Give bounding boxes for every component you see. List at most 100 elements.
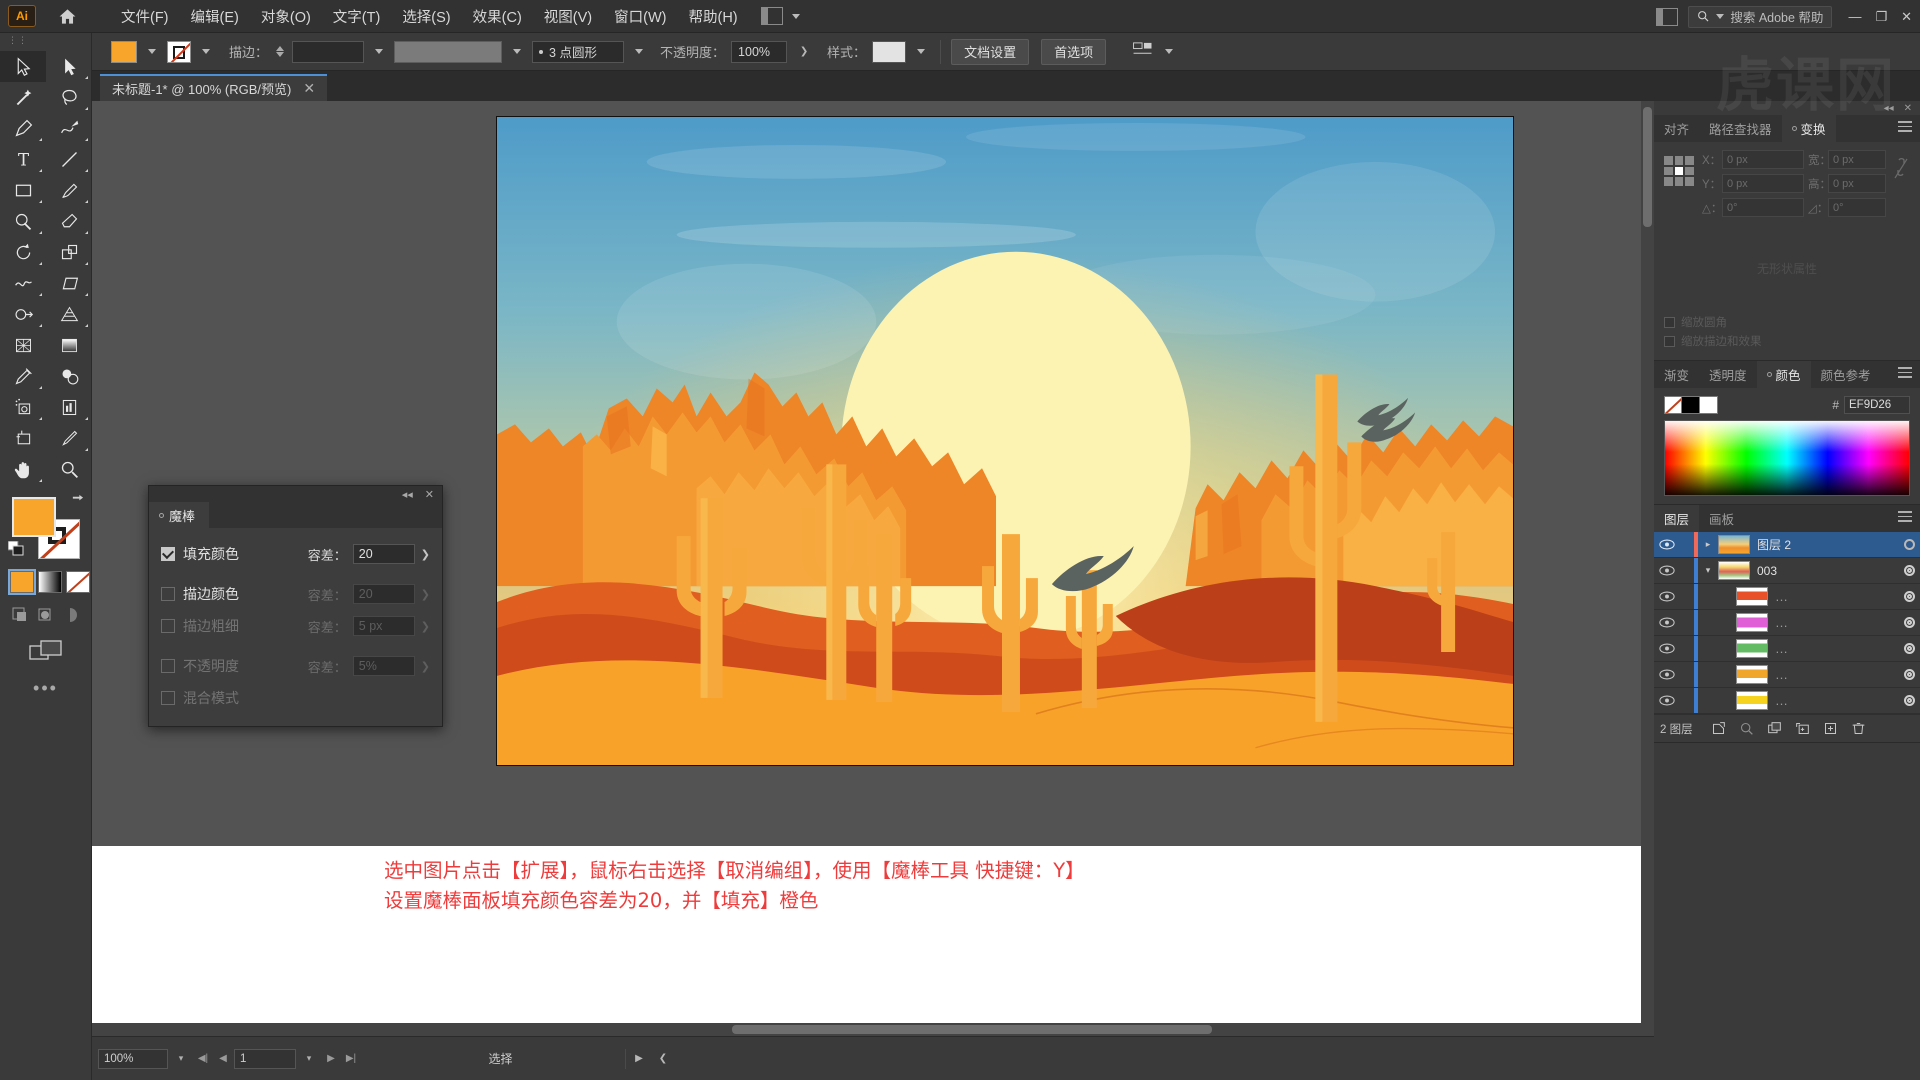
artboard-number-input[interactable]: 1 xyxy=(234,1048,296,1069)
close-icon[interactable]: ✕ xyxy=(1901,9,1912,25)
stroke-weight-tolerance-slider-icon[interactable]: ❯ xyxy=(421,620,430,633)
draw-normal-icon[interactable] xyxy=(10,605,29,624)
transform-x-input[interactable]: 0 px xyxy=(1722,150,1804,169)
prev-page-icon[interactable]: ◀ xyxy=(214,1053,232,1064)
make-clipping-mask-icon[interactable] xyxy=(1705,721,1733,736)
canvas-vertical-scrollbar[interactable] xyxy=(1641,101,1654,1036)
preferences-button[interactable]: 首选项 xyxy=(1041,38,1107,65)
black-swatch[interactable] xyxy=(1682,396,1700,414)
opacity-input[interactable]: 100% xyxy=(731,40,788,63)
close-icon[interactable]: ✕ xyxy=(1904,103,1912,114)
layer-target-icon[interactable] xyxy=(1898,695,1920,706)
layer-name[interactable]: … xyxy=(1775,693,1898,708)
layer-row-sub-3[interactable]: … xyxy=(1654,636,1920,662)
stroke-weight-checkbox[interactable] xyxy=(161,619,175,633)
column-graph-tool[interactable] xyxy=(46,392,92,423)
blending-mode-checkbox[interactable] xyxy=(161,691,175,705)
line-segment-tool[interactable] xyxy=(46,144,92,175)
search-adobe-help[interactable]: 搜索 Adobe 帮助 xyxy=(1688,5,1833,28)
next-page-icon[interactable]: ▶ xyxy=(322,1053,340,1064)
visibility-eye-icon[interactable] xyxy=(1654,643,1680,654)
stroke-weight-tolerance-input[interactable]: 5 px xyxy=(352,616,415,636)
chevron-down-icon[interactable] xyxy=(202,49,211,54)
fill-color-swatch[interactable] xyxy=(111,40,138,63)
layer-target-icon[interactable] xyxy=(1898,617,1920,628)
arrange-documents-icon[interactable] xyxy=(1656,7,1679,26)
fill-tolerance-slider-icon[interactable]: ❯ xyxy=(421,548,430,561)
layer-target-icon[interactable] xyxy=(1898,565,1920,576)
swap-fill-stroke-icon[interactable] xyxy=(71,493,84,506)
visibility-eye-icon[interactable] xyxy=(1654,591,1680,602)
hex-input[interactable]: EF9D26 xyxy=(1844,396,1910,414)
close-icon[interactable]: ✕ xyxy=(425,488,434,501)
layer-name[interactable]: … xyxy=(1775,615,1898,630)
panel-menu-icon[interactable] xyxy=(1898,121,1912,133)
tab-transparency[interactable]: 透明度 xyxy=(1699,361,1757,388)
transform-h-input[interactable]: 0 px xyxy=(1828,174,1886,193)
collapse-icon[interactable]: ◂◂ xyxy=(402,488,413,501)
layer-target-icon[interactable] xyxy=(1898,669,1920,680)
variable-width-profile-select[interactable] xyxy=(394,40,503,63)
layer-target-icon[interactable] xyxy=(1898,643,1920,654)
zoom-level-input[interactable]: 100% xyxy=(98,1048,168,1069)
gradient-button[interactable] xyxy=(38,571,62,593)
scale-corners-option[interactable]: 缩放圆角 xyxy=(1664,314,1910,330)
chevron-down-icon[interactable] xyxy=(917,49,926,54)
fill-tolerance-input[interactable]: 20 xyxy=(352,544,415,564)
collapse-icon[interactable]: ◂◂ xyxy=(1884,103,1894,114)
menu-item-edit[interactable]: 编辑(E) xyxy=(180,2,250,31)
menu-item-object[interactable]: 对象(O) xyxy=(250,2,322,31)
color-spectrum-ramp[interactable] xyxy=(1664,420,1910,496)
new-sublayer-icon[interactable] xyxy=(1761,721,1789,736)
panel-menu-icon[interactable] xyxy=(1898,367,1912,379)
layer-twisty-icon[interactable]: ▸ xyxy=(1698,539,1718,550)
duplicate-icon[interactable] xyxy=(1817,721,1845,736)
chevron-down-icon[interactable] xyxy=(1165,49,1174,54)
symbol-sprayer-tool[interactable] xyxy=(0,392,46,423)
align-objects-icon[interactable] xyxy=(1132,41,1154,63)
visibility-eye-icon[interactable] xyxy=(1654,669,1680,680)
layer-row-sub-4[interactable]: … xyxy=(1654,662,1920,688)
wand-row-blending-mode[interactable]: 混合模式 xyxy=(161,682,430,714)
hand-tool[interactable] xyxy=(0,454,46,485)
layer-twisty-icon[interactable]: ▾ xyxy=(1698,565,1718,576)
wand-row-stroke-weight[interactable]: 描边粗细 容差： 5 px ❯ xyxy=(161,610,430,642)
stroke-color-swatch[interactable] xyxy=(167,40,192,63)
magic-wand-tool[interactable] xyxy=(0,82,46,113)
scale-corners-checkbox[interactable] xyxy=(1664,316,1675,328)
menu-item-view[interactable]: 视图(V) xyxy=(533,2,603,31)
scale-tool[interactable] xyxy=(46,237,92,268)
opacity-tolerance-slider-icon[interactable]: ❯ xyxy=(421,660,430,673)
home-icon[interactable] xyxy=(50,3,84,29)
opacity-tolerance-input[interactable]: 5% xyxy=(352,656,415,676)
tab-gradient[interactable]: 渐变 xyxy=(1654,361,1700,388)
scale-strokes-effects-option[interactable]: 缩放描边和效果 xyxy=(1664,333,1910,349)
graphic-style-swatch[interactable] xyxy=(872,40,907,63)
brush-definition-select[interactable]: 3 点圆形 xyxy=(532,40,625,63)
paintbrush-tool[interactable] xyxy=(46,175,92,206)
slice-tool[interactable] xyxy=(46,423,92,454)
menu-item-help[interactable]: 帮助(H) xyxy=(677,2,748,31)
tab-magic-wand[interactable]: 魔棒 xyxy=(149,502,210,528)
close-icon[interactable]: ✕ xyxy=(303,80,315,97)
free-transform-tool[interactable] xyxy=(46,268,92,299)
layer-name[interactable]: 图层 2 xyxy=(1757,536,1898,553)
magic-wand-panel[interactable]: ◂◂ ✕ 魔棒 填充颜色 容差： 20 ❯ 描边颜色 容差： 20 ❯ 描边粗细… xyxy=(148,485,443,727)
visibility-eye-icon[interactable] xyxy=(1654,695,1680,706)
chevron-down-icon[interactable] xyxy=(513,49,522,54)
draw-behind-icon[interactable] xyxy=(35,605,54,624)
edit-toolbar-button[interactable]: ••• xyxy=(0,678,91,699)
minimize-icon[interactable]: — xyxy=(1848,9,1861,25)
stroke-weight-input[interactable] xyxy=(292,40,365,63)
pen-tool[interactable] xyxy=(0,113,46,144)
rotate-tool[interactable] xyxy=(0,237,46,268)
chevron-down-icon[interactable] xyxy=(635,49,644,54)
document-tab[interactable]: 未标题-1* @ 100% (RGB/预览) ✕ xyxy=(100,74,328,101)
transform-shear-input[interactable]: 0° xyxy=(1828,198,1886,217)
first-page-icon[interactable]: ◀| xyxy=(194,1053,212,1064)
transform-w-input[interactable]: 0 px xyxy=(1828,150,1886,169)
tab-artboards[interactable]: 画板 xyxy=(1699,505,1745,532)
white-swatch[interactable] xyxy=(1700,396,1718,414)
visibility-eye-icon[interactable] xyxy=(1654,565,1680,576)
blend-tool[interactable] xyxy=(46,361,92,392)
